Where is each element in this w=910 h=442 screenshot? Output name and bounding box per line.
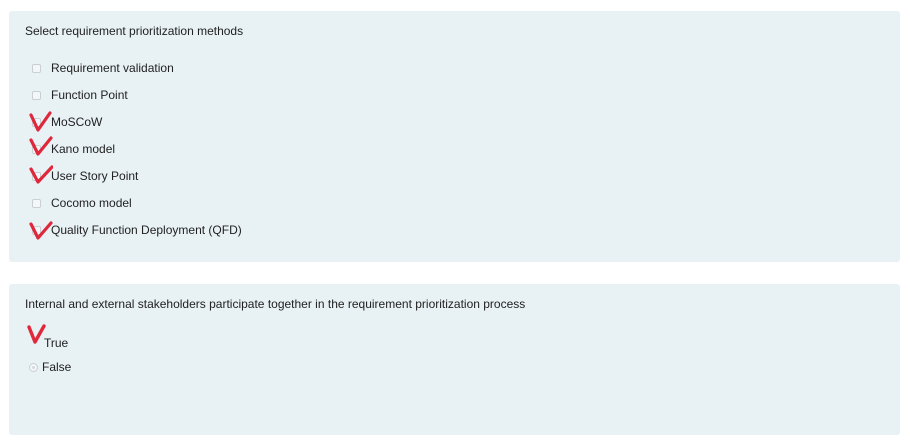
check-mark-icon [26, 324, 50, 346]
question-panel-prioritization-methods: Select requirement prioritization method… [9, 11, 900, 262]
option-function-point[interactable]: Function Point [32, 86, 128, 104]
question-panel-stakeholders: Internal and external stakeholders parti… [9, 284, 900, 435]
check-mark-icon [29, 111, 53, 133]
question-title: Select requirement prioritization method… [25, 24, 244, 38]
check-mark-icon [29, 135, 53, 157]
checkbox[interactable] [32, 198, 41, 208]
option-label: MoSCoW [51, 115, 103, 129]
question-title: Internal and external stakeholders parti… [25, 297, 526, 311]
option-cocomo-model[interactable]: Cocomo model [32, 194, 132, 212]
option-label: Quality Function Deployment (QFD) [51, 223, 242, 237]
option-requirement-validation[interactable]: Requirement validation [32, 59, 174, 77]
check-mark-icon [29, 163, 53, 185]
option-label: False [42, 360, 72, 374]
option-label: Kano model [51, 142, 116, 156]
option-label: User Story Point [51, 169, 139, 183]
check-mark-icon [29, 219, 53, 241]
checkbox[interactable] [32, 90, 41, 100]
option-false[interactable]: False [29, 358, 71, 376]
checkbox[interactable] [32, 63, 41, 73]
option-label: Requirement validation [51, 61, 174, 75]
option-qfd[interactable]: Quality Function Deployment (QFD) [32, 221, 242, 239]
option-label: Cocomo model [51, 196, 132, 210]
radio-button[interactable] [29, 362, 38, 372]
option-label: Function Point [51, 88, 128, 102]
